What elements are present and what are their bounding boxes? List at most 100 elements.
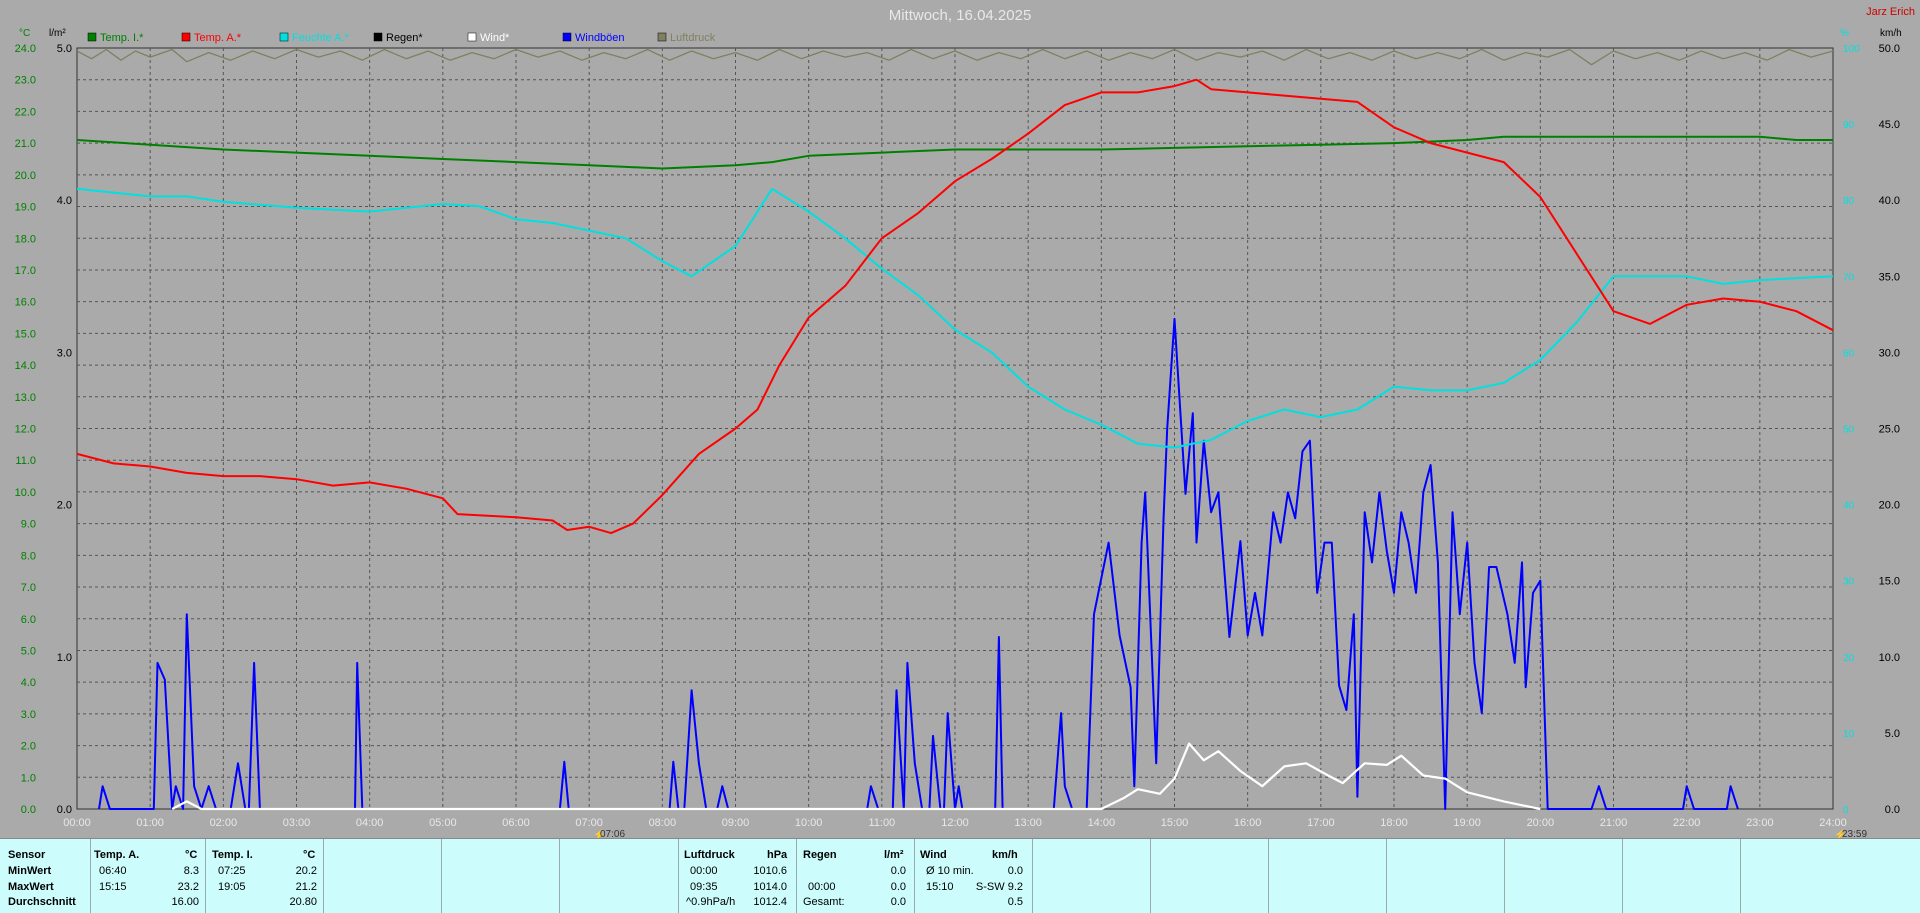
temp-tick-label: 15.0: [15, 328, 36, 340]
wind-unit: km/h: [992, 849, 1018, 861]
wind-max-time: 15:10: [926, 881, 954, 893]
pressure-max-time: 09:35: [690, 881, 718, 893]
temp-tick-label: 7.0: [21, 582, 36, 594]
temp-tick-label: 9.0: [21, 519, 36, 531]
legend-swatch: [181, 32, 191, 42]
stats-footer: Sensor MinWert MaxWert Durchschnitt Temp…: [0, 838, 1920, 913]
temp-tick-label: 0.0: [21, 804, 36, 816]
pressure-min-val: 1010.6: [753, 865, 787, 877]
svg-text:07:06: 07:06: [600, 829, 625, 838]
time-tick-label: 21:00: [1600, 817, 1628, 829]
temp-tick-label: 17.0: [15, 265, 36, 277]
pressure-min-time: 00:00: [690, 865, 718, 877]
time-tick-label: 03:00: [283, 817, 311, 829]
rain-tick-label: 1.0: [57, 652, 72, 664]
legend-label: Wind*: [480, 32, 510, 44]
rain-tick-label: 2.0: [57, 500, 72, 512]
rain-axis-ticks: 0.0 1.0 2.0 3.0 4.0 5.0: [57, 43, 72, 816]
pressure-avg-val: 1012.4: [753, 896, 787, 908]
legend-item: Temp. I.*: [87, 32, 144, 44]
legend-swatch: [467, 32, 477, 42]
unit-rain: l/m²: [49, 28, 66, 39]
humidity-tick-label: 40: [1843, 501, 1855, 512]
legend-swatch: [562, 32, 572, 42]
time-tick-label: 02:00: [210, 817, 238, 829]
rain-unit: l/m²: [884, 849, 904, 861]
temp-axis-ticks: 0.0 1.0 2.0 3.0 4.0 5.0 6.0 7.0 8.0 9.0 10.0 11.0 12…: [15, 43, 36, 816]
humidity-tick-label: 30: [1843, 577, 1855, 588]
temp-tick-label: 10.0: [15, 487, 36, 499]
humidity-tick-label: 100: [1843, 44, 1860, 55]
legend-label: Windböen: [575, 32, 625, 44]
weather-chart: 0.0 1.0 2.0 3.0 4.0 5.0 6.0 7.0 8.0 9.0 10.0 11.0 12…: [15, 6, 1915, 838]
pressure-unit: hPa: [767, 849, 788, 861]
temp-tick-label: 18.0: [15, 233, 36, 245]
legend-item: Regen*: [373, 32, 423, 44]
time-tick-label: 06:00: [502, 817, 530, 829]
temp-i-min-val: 20.2: [295, 865, 317, 877]
rain-total-val: 0.0: [890, 896, 906, 908]
legend-label: Temp. A.*: [194, 32, 242, 44]
max-row-label: MaxWert: [8, 881, 54, 893]
humidity-tick-label: 80: [1843, 196, 1855, 207]
temp-a-unit: °C: [185, 849, 198, 861]
max-time-marker: ⚡ 23:59: [1834, 828, 1867, 838]
temp-tick-label: 4.0: [21, 677, 36, 689]
temp-tick-label: 1.0: [21, 772, 36, 784]
temp-tick-label: 8.0: [21, 550, 36, 562]
legend-label: Regen*: [386, 32, 423, 44]
rain-tick-label: 3.0: [57, 347, 72, 359]
chart-title: Mittwoch, 16.04.2025: [889, 7, 1032, 24]
wind-tick-label: 25.0: [1879, 424, 1900, 436]
time-tick-label: 04:00: [356, 817, 384, 829]
temp-a-min-val: 8.3: [183, 865, 199, 877]
humidity-axis-ticks: 0 10 20 30 40 50 60 70 80 90 100: [1843, 44, 1860, 816]
wind-tick-label: 50.0: [1879, 43, 1900, 55]
time-tick-label: 13:00: [1014, 817, 1042, 829]
pressure-header: Luftdruck: [684, 849, 735, 861]
temp-a-max-val: 23.2: [177, 881, 199, 893]
pressure-trend-label: ^0.9hPa/h: [686, 896, 736, 908]
temp-tick-label: 13.0: [15, 392, 36, 404]
min-time-marker: ⚡ 07:06: [593, 828, 625, 838]
temp-a-avg-val: 16.00: [171, 896, 199, 908]
author-label: Jarz Erich: [1866, 6, 1915, 18]
legend-item: Luftdruck: [657, 32, 716, 44]
temp-tick-label: 19.0: [15, 202, 36, 214]
temp-a-max-time: 15:15: [99, 881, 127, 893]
time-tick-label: 10:00: [795, 817, 823, 829]
unit-temp: °C: [19, 28, 30, 39]
min-row-label: MinWert: [8, 865, 52, 877]
temp-i-header: Temp. I.: [212, 849, 253, 861]
time-tick-label: 23:00: [1746, 817, 1774, 829]
legend-item: Windböen: [562, 32, 625, 44]
legend-label: Temp. I.*: [100, 32, 144, 44]
rain-tick-label: 5.0: [57, 43, 72, 55]
wind-avg-val: 0.5: [1007, 896, 1023, 908]
wind-tick-label: 0.0: [1885, 804, 1900, 816]
temp-tick-label: 14.0: [15, 360, 36, 372]
legend-label: Feuchte A.*: [292, 32, 350, 44]
time-tick-label: 05:00: [429, 817, 457, 829]
rain-min-val: 0.0: [890, 865, 906, 877]
time-tick-label: 11:00: [868, 817, 895, 829]
wind-header: Wind: [920, 849, 947, 861]
temp-tick-label: 2.0: [21, 741, 36, 753]
temp-tick-label: 12.0: [15, 424, 36, 436]
temp-tick-label: 3.0: [21, 709, 36, 721]
legend: Temp. I.* Temp. A.* Feuchte A.* Regen* Wind*…: [87, 32, 716, 44]
rain-header: Regen: [803, 849, 837, 861]
rain-total-label: Gesamt:: [803, 896, 845, 908]
humidity-tick-label: 10: [1843, 729, 1855, 740]
humidity-tick-label: 20: [1843, 653, 1855, 664]
time-tick-label: 24:00: [1819, 817, 1847, 829]
wind-tick-label: 40.0: [1879, 195, 1900, 207]
wind-max-val: S-SW 9.2: [975, 881, 1023, 893]
time-tick-label: 00:00: [63, 817, 91, 829]
temp-tick-label: 21.0: [15, 138, 36, 150]
legend-swatch: [279, 32, 289, 42]
temp-tick-label: 16.0: [15, 297, 36, 309]
legend-label: Luftdruck: [670, 32, 716, 44]
temp-a-header: Temp. A.: [94, 849, 140, 861]
wind-min-val: 0.0: [1007, 865, 1023, 877]
